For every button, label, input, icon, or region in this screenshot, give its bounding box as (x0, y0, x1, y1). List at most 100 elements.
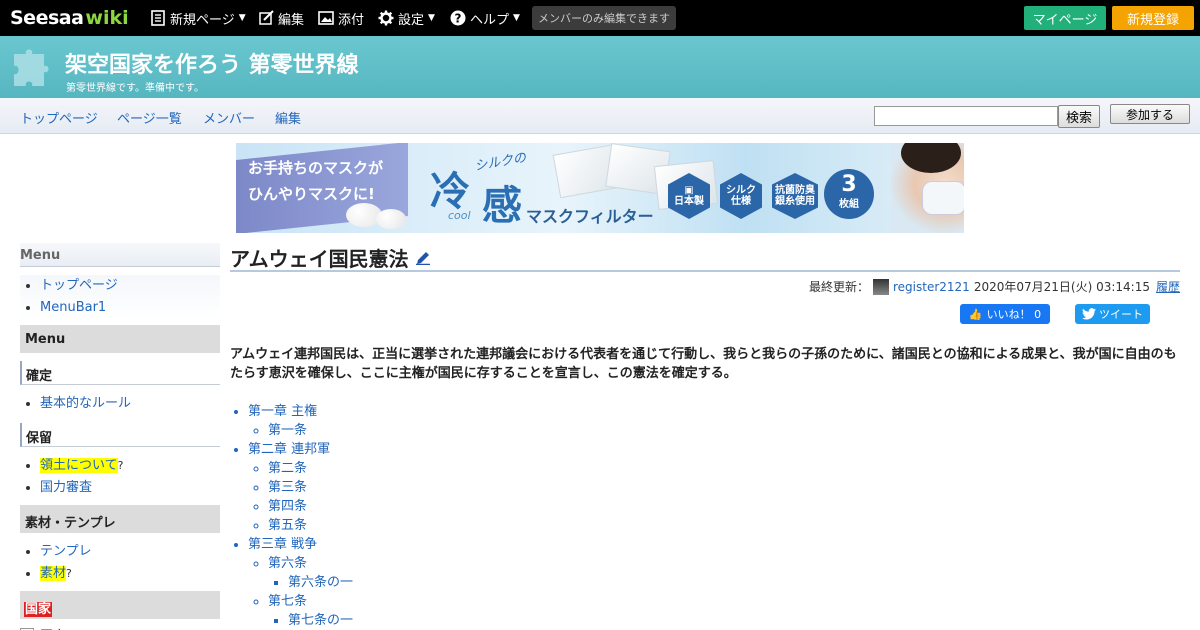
toc-chapter-3[interactable]: 第三章 戦争 (248, 537, 317, 552)
list-item: 第七条 第七条の一 (268, 592, 1180, 630)
list-item: 第三章 戦争 第六条 第六条の一 第七条 第七条の一 (248, 535, 1180, 630)
sidebar-item-material[interactable]: 素材 (40, 566, 67, 581)
camera-icon: ▣ (684, 185, 694, 196)
list-item: 第五条 (268, 516, 1180, 535)
list-item: 第一条 (268, 421, 1180, 440)
toc-article-7[interactable]: 第七条 (268, 594, 307, 609)
ad-badge-silk: シルク 仕様 (720, 173, 762, 219)
sidebar-horyu-list: 領土について? 国力審査 (20, 455, 220, 499)
sidebar-item-territory[interactable]: 領土について (40, 458, 118, 473)
sidebar-item-menubar1[interactable]: MenuBar1 (40, 300, 106, 315)
sidebar-horyu-heading: 保留 (20, 423, 220, 447)
site-header: 架空国家を作ろう 第零世界線 第零世界線です。準備中です。 (0, 36, 1200, 98)
list-item: 第七条の一 (288, 611, 1180, 630)
list-item: 領土について? (40, 455, 220, 477)
ad-tagline: お手持ちのマスクが ひんやりマスクに! (248, 155, 383, 207)
undefined-page-marker[interactable]: ? (66, 567, 72, 580)
seesaa-wiki-logo[interactable]: Seesaa wiki (10, 6, 129, 30)
sidebar-item-template[interactable]: テンプレ (40, 544, 92, 559)
settings-label: 設定 (398, 12, 425, 28)
undefined-page-marker[interactable]: ? (118, 459, 124, 472)
ad-model-mask (922, 181, 964, 215)
site-title[interactable]: 架空国家を作ろう 第零世界線 (65, 47, 359, 79)
nav-top-page[interactable]: トップページ (20, 108, 98, 127)
chevron-down-icon: ▼ (513, 13, 520, 23)
ad-tagline-line1: お手持ちのマスクが (248, 159, 384, 177)
toc-article-6-1[interactable]: 第六条の一 (288, 575, 353, 590)
sidebar-item-top-page[interactable]: トップページ (40, 278, 118, 293)
updater-username-link[interactable]: register2121 (893, 280, 970, 294)
list-item: 素材? (40, 563, 220, 585)
list-item: 第二章 連邦軍 第二条 第三条 第四条 第五条 (248, 440, 1180, 535)
image-icon (318, 11, 334, 25)
history-link[interactable]: 履歴 (1156, 278, 1180, 295)
new-page-menu[interactable]: 新規ページ ▼ (150, 0, 246, 36)
list-item: 基本的なルール (40, 393, 220, 415)
thumbs-up-icon: 👍 (968, 307, 983, 321)
tree-item-label: 国家 (40, 625, 66, 630)
mypage-button[interactable]: マイページ (1024, 6, 1106, 30)
toc-article-1[interactable]: 第一条 (268, 423, 307, 438)
toc-article-6[interactable]: 第六条 (268, 556, 307, 571)
members-only-notice: メンバーのみ編集できます (532, 6, 676, 30)
sidebar-kakutei-heading: 確定 (20, 361, 220, 385)
sidebar: Menu トップページ MenuBar1 Menu 確定 基本的なルール 保留 … (20, 243, 220, 630)
attach-menu[interactable]: 添付 (318, 0, 364, 36)
sidebar-menu-list: トップページ MenuBar1 (20, 275, 220, 319)
facebook-like-button[interactable]: 👍 いいね！ 0 (960, 304, 1050, 324)
tweet-button[interactable]: ツイート (1075, 304, 1150, 324)
sidebar-kakutei-list: 基本的なルール (20, 393, 220, 415)
constitution-preamble: アムウェイ連邦国民は、正当に選挙された連邦議会における代表者を通じて行動し、我ら… (230, 347, 1177, 381)
toc-article-3[interactable]: 第三条 (268, 480, 307, 495)
top-bar: Seesaa wiki 新規ページ ▼ 編集 添付 設定 ▼ ? ヘルプ ▼ メン… (0, 0, 1200, 36)
sidebar-menu-block-heading: Menu (20, 325, 220, 353)
avatar[interactable] (873, 278, 889, 295)
list-item: 国力審査 (40, 477, 220, 499)
help-label: ヘルプ (470, 12, 510, 28)
list-item: 第四条 (268, 497, 1180, 516)
gear-icon (378, 10, 394, 26)
search-button[interactable]: 検索 (1058, 105, 1100, 128)
search-input[interactable] (874, 106, 1058, 126)
toc-chapter-1[interactable]: 第一章 主権 (248, 404, 317, 419)
ad-count-unit: 枚組 (839, 199, 859, 210)
mask-filter-ad-banner[interactable]: お手持ちのマスクが ひんやりマスクに! シルクの 冷 感 cool マスクフィル… (236, 143, 964, 233)
sidebar-item-basic-rules[interactable]: 基本的なルール (40, 396, 131, 411)
facebook-like-label: いいね！ 0 (986, 308, 1042, 321)
edit-icon (259, 10, 274, 25)
toc-chapter-2[interactable]: 第二章 連邦軍 (248, 442, 330, 457)
list-item: 第一章 主権 第一条 (248, 402, 1180, 440)
nav-page-list[interactable]: ページ一覧 (117, 108, 182, 127)
last-updated-info: 最終更新： register2121 2020年07月21日(火) 03:14:… (809, 278, 1180, 295)
join-button[interactable]: 参加する (1110, 104, 1190, 124)
nav-members[interactable]: メンバー (203, 108, 255, 127)
last-updated-label: 最終更新： (808, 280, 869, 294)
pencil-icon[interactable] (415, 249, 431, 265)
last-updated-date: 2020年07月21日(火) 03:14:15 (973, 280, 1150, 294)
toc-article-5[interactable]: 第五条 (268, 518, 307, 533)
logo-wiki-text: wiki (85, 7, 129, 29)
sidebar-menu-heading: Menu (20, 243, 220, 267)
sidebar-kokka-heading-block: 国家 (20, 591, 220, 619)
toc-article-2[interactable]: 第二条 (268, 461, 307, 476)
register-button[interactable]: 新規登録 (1112, 6, 1194, 30)
ad-filter-text: マスクフィルター (526, 207, 654, 226)
toc-article-7-1[interactable]: 第七条の一 (288, 613, 353, 628)
edit-menu[interactable]: 編集 (258, 0, 304, 36)
nav-edit[interactable]: 編集 (275, 108, 301, 127)
sidebar-tree-item-kokka[interactable]: + 国家 (20, 625, 220, 630)
list-item: 第二条 (268, 459, 1180, 478)
list-item: 第三条 (268, 478, 1180, 497)
toc-article-4[interactable]: 第四条 (268, 499, 307, 514)
ad-badge-silk-text1: シルク (726, 185, 756, 196)
sidebar-sozai-heading: 素材・テンプレ (20, 505, 220, 533)
help-menu[interactable]: ? ヘルプ ▼ (450, 0, 520, 36)
ad-silk-text: シルクの (473, 150, 528, 175)
list-item: 第六条の一 (288, 573, 1180, 592)
twitter-bird-icon (1082, 308, 1096, 320)
ad-cool-text: cool (448, 209, 471, 222)
settings-menu[interactable]: 設定 ▼ (378, 0, 435, 36)
puzzle-logo-icon[interactable] (10, 42, 60, 92)
sidebar-item-national-power[interactable]: 国力審査 (40, 480, 92, 495)
sidebar-kokka-heading: 国家 (24, 602, 53, 617)
